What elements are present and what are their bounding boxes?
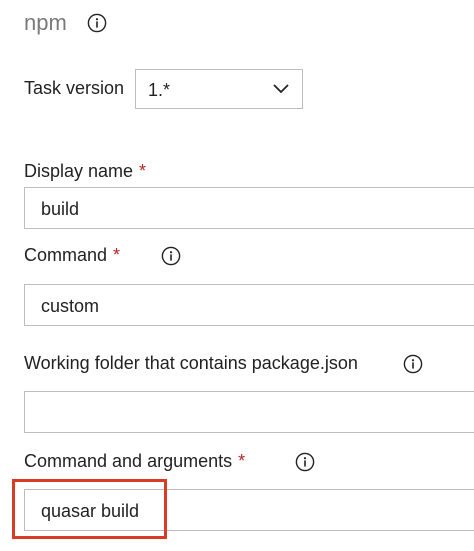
display-name-value: build — [41, 199, 80, 219]
command-field[interactable]: custom — [24, 284, 474, 326]
chevron-down-icon — [272, 82, 290, 96]
required-marker: * — [238, 451, 246, 471]
command-label: Command * — [24, 243, 120, 267]
required-marker: * — [139, 161, 147, 181]
required-marker: * — [113, 245, 121, 265]
task-version-select[interactable]: 1.* — [135, 69, 303, 109]
info-circle-icon[interactable] — [87, 13, 107, 33]
command-value: custom — [41, 296, 100, 316]
command-label-text: Command — [24, 245, 108, 265]
display-name-label-text: Display name — [24, 161, 134, 181]
display-name-label: Display name * — [24, 159, 146, 183]
command-args-value: quasar build — [41, 501, 140, 521]
info-circle-icon[interactable] — [295, 452, 315, 472]
info-circle-icon[interactable] — [161, 246, 181, 266]
working-folder-field[interactable] — [24, 391, 474, 433]
task-version-value: 1.* — [148, 80, 171, 100]
working-folder-label: Working folder that contains package.jso… — [24, 353, 358, 373]
info-circle-icon[interactable] — [403, 354, 423, 374]
command-args-field[interactable]: quasar build — [24, 489, 474, 531]
command-args-label-text: Command and arguments — [24, 451, 233, 471]
task-title: npm — [24, 10, 67, 35]
command-args-label: Command and arguments * — [24, 449, 245, 473]
task-version-label: Task version — [24, 78, 125, 98]
display-name-field[interactable]: build — [24, 187, 474, 229]
